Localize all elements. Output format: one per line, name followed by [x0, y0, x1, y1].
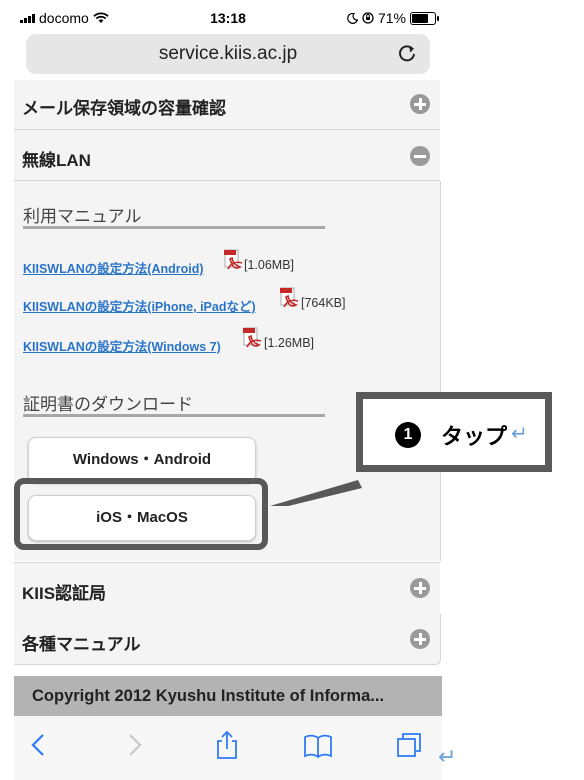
pdf-icon[interactable]: [224, 249, 244, 271]
file-size-iphone: [764KB]: [301, 296, 346, 310]
accordion-wireless-label: 無線LAN: [22, 151, 91, 170]
pdf-icon[interactable]: [243, 327, 263, 349]
minus-circle-icon[interactable]: [410, 146, 430, 166]
bookmarks-icon[interactable]: [303, 730, 333, 760]
plus-circle-icon[interactable]: [410, 629, 430, 649]
callout-step-number: 1: [395, 422, 421, 448]
share-icon[interactable]: [212, 730, 242, 760]
pdf-icon[interactable]: [280, 287, 300, 309]
status-bar: docomo 13:18 71%: [14, 0, 442, 34]
accordion-kiis-ca[interactable]: KIIS認証局: [14, 562, 440, 615]
moon-icon: [347, 12, 358, 24]
manual-section-divider: [23, 226, 325, 229]
file-size-android: [1.06MB]: [244, 258, 295, 272]
back-icon[interactable]: [24, 730, 54, 760]
return-mark-icon: ↵: [438, 744, 457, 769]
phone-screen: docomo 13:18 71% service.kiis.ac.jp メール保…: [14, 0, 442, 780]
callout-box: 1 タップ ↵: [356, 392, 552, 472]
file-size-windows7: [1.26MB]: [264, 336, 315, 350]
file-link-windows7[interactable]: KIISWLANの設定方法(Windows 7): [23, 336, 221, 355]
accordion-wireless-lan[interactable]: 無線LAN: [14, 130, 440, 181]
file-link-android[interactable]: KIISWLANの設定方法(Android): [23, 258, 204, 277]
cert-section-title: 証明書のダウンロード: [23, 395, 193, 414]
accordion-storage-label: メール保存領域の容量確認: [22, 99, 226, 118]
copyright-footer: Copyright 2012 Kyushu Institute of Infor…: [14, 676, 442, 716]
accordion-manuals-label: 各種マニュアル: [22, 635, 141, 654]
rotation-lock-icon: [362, 12, 374, 24]
url-text[interactable]: service.kiis.ac.jp: [26, 43, 430, 65]
highlight-frame: [14, 478, 268, 550]
accordion-storage-check[interactable]: メール保存領域の容量確認: [14, 80, 440, 130]
plus-circle-icon[interactable]: [410, 94, 430, 114]
cert-section-divider: [23, 414, 325, 417]
browser-toolbar: [14, 716, 442, 780]
battery-icon: [410, 11, 439, 25]
forward-icon[interactable]: [119, 730, 149, 760]
file-link-iphone[interactable]: KIISWLANの設定方法(iPhone, iPadなど): [23, 296, 256, 315]
battery-percent: 71%: [377, 10, 406, 26]
accordion-ca-label: KIIS認証局: [22, 584, 107, 603]
plus-circle-icon[interactable]: [410, 578, 430, 598]
manual-section-title: 利用マニュアル: [23, 207, 142, 226]
callout-text: タップ: [441, 424, 508, 449]
return-mark-icon: ↵: [511, 423, 528, 445]
windows-android-cert-button[interactable]: Windows・Android: [28, 437, 256, 483]
reload-icon[interactable]: [396, 42, 418, 64]
address-bar[interactable]: service.kiis.ac.jp: [26, 34, 430, 74]
tabs-icon[interactable]: [394, 730, 424, 760]
accordion-manuals[interactable]: 各種マニュアル: [14, 614, 441, 665]
callout-connector: [270, 480, 362, 506]
